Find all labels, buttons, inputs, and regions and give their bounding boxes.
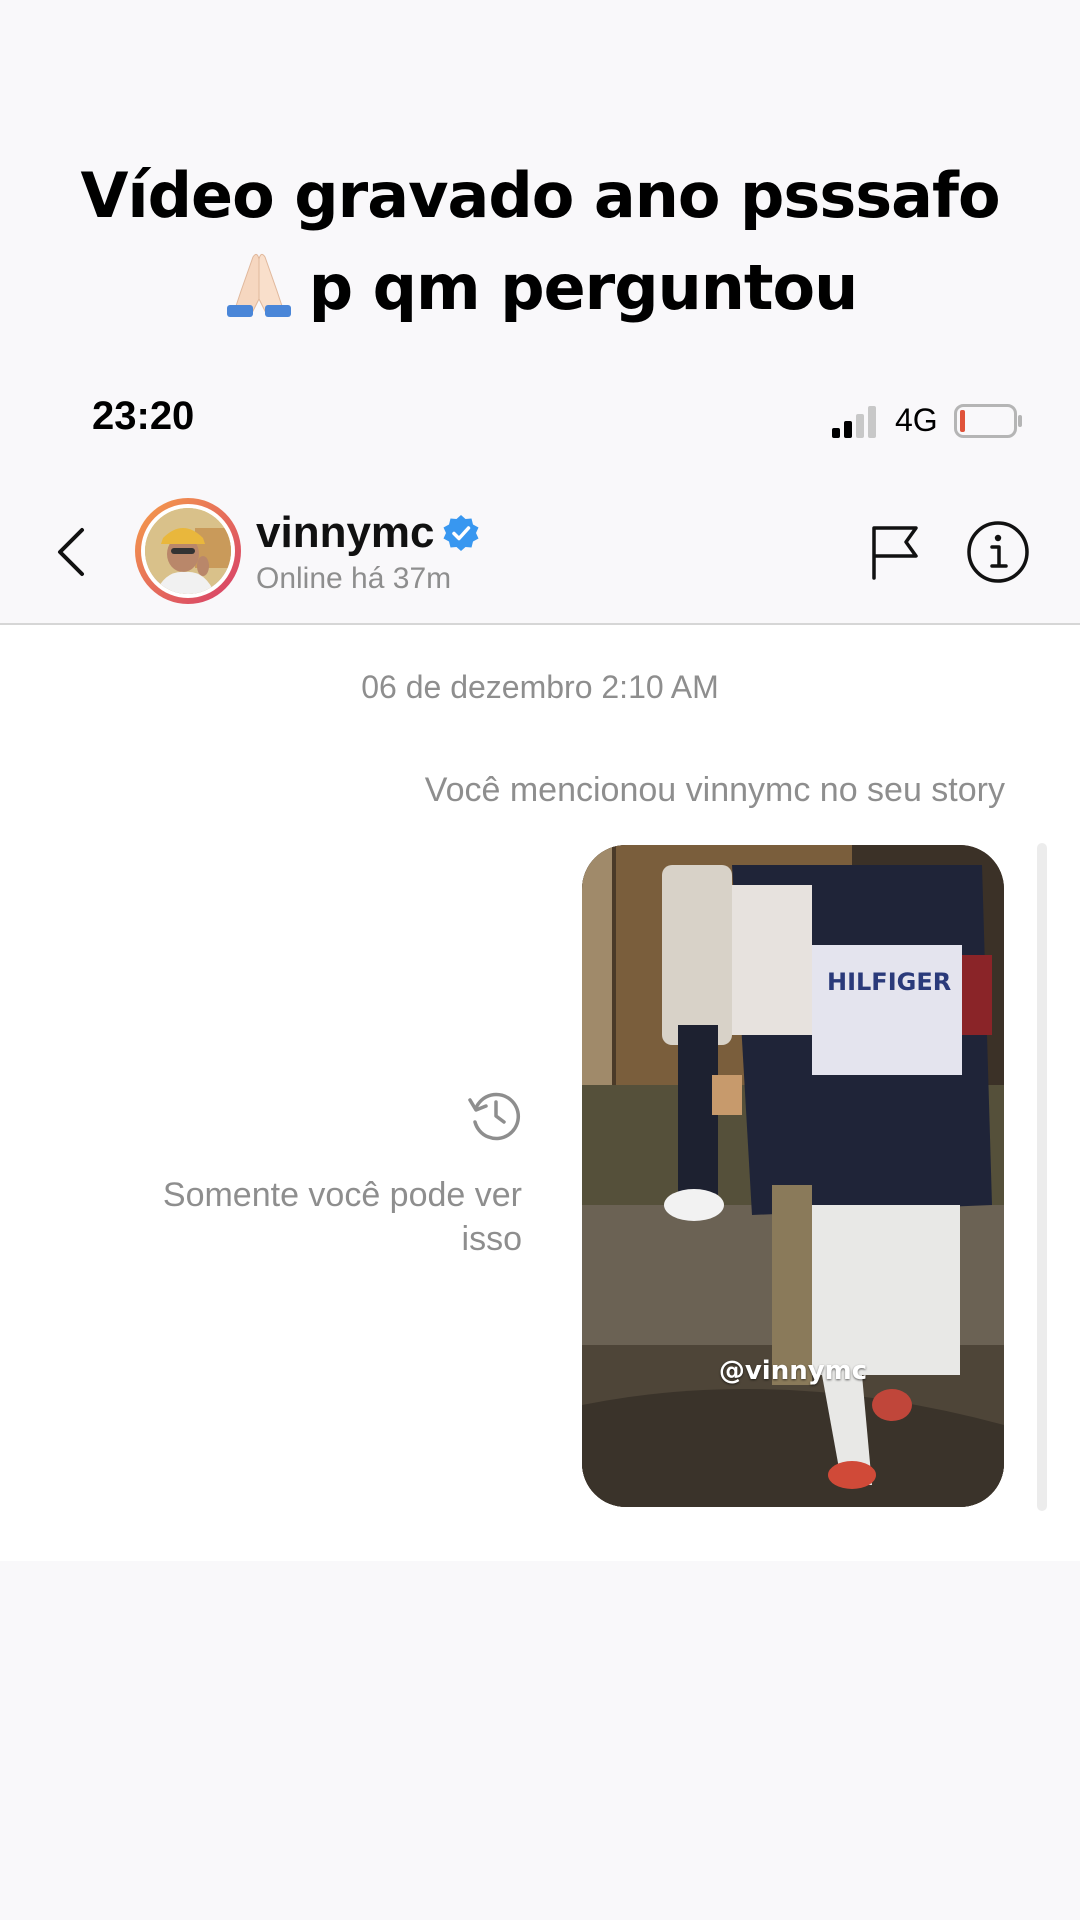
story-mention-tag: @vinnymc bbox=[718, 1356, 868, 1386]
avatar[interactable] bbox=[135, 498, 241, 604]
status-time: 23:20 bbox=[92, 394, 195, 438]
message-date: 06 de dezembro 2:10 AM bbox=[361, 669, 719, 705]
battery-icon bbox=[954, 404, 1022, 438]
svg-text:HILFIGER: HILFIGER bbox=[827, 968, 951, 996]
folded-hands-emoji-icon bbox=[226, 253, 291, 317]
flag-report-icon[interactable] bbox=[868, 524, 922, 580]
story-caption: Vídeo gravado ano psssafo p qm perguntou bbox=[0, 150, 1080, 334]
cellular-signal-icon bbox=[832, 406, 876, 438]
caption-line-1: Vídeo gravado ano psssafo bbox=[80, 159, 1000, 232]
back-arrow-icon[interactable] bbox=[50, 522, 90, 582]
caption-line-2-text: p qm perguntou bbox=[308, 251, 859, 324]
scrollbar[interactable] bbox=[1037, 843, 1047, 1511]
username[interactable]: vinnymc bbox=[256, 508, 435, 558]
story-mention-thumbnail[interactable]: HILFIGER @vinnymc bbox=[582, 845, 1004, 1507]
info-icon[interactable] bbox=[966, 520, 1030, 584]
network-type: 4G bbox=[895, 402, 938, 438]
avatar-photo bbox=[145, 508, 231, 594]
only-you-can-see-note: Somente você pode ver isso bbox=[162, 1176, 522, 1258]
conversation-header: vinnymc Online há 37m bbox=[0, 478, 1080, 625]
history-clock-icon bbox=[468, 1092, 520, 1141]
status-bar: 23:20 4G bbox=[0, 390, 1080, 450]
story-photo-icon: HILFIGER bbox=[582, 845, 1004, 1507]
profile-photo-icon bbox=[145, 508, 231, 594]
caption-line-2: p qm perguntou bbox=[0, 242, 1080, 334]
verified-badge-icon bbox=[443, 515, 479, 551]
chat-thread: 06 de dezembro 2:10 AM Você mencionou vi… bbox=[0, 625, 1080, 1561]
online-status: Online há 37m bbox=[256, 562, 452, 595]
mention-notice: Você mencionou vinnymc no seu story bbox=[424, 771, 1005, 809]
